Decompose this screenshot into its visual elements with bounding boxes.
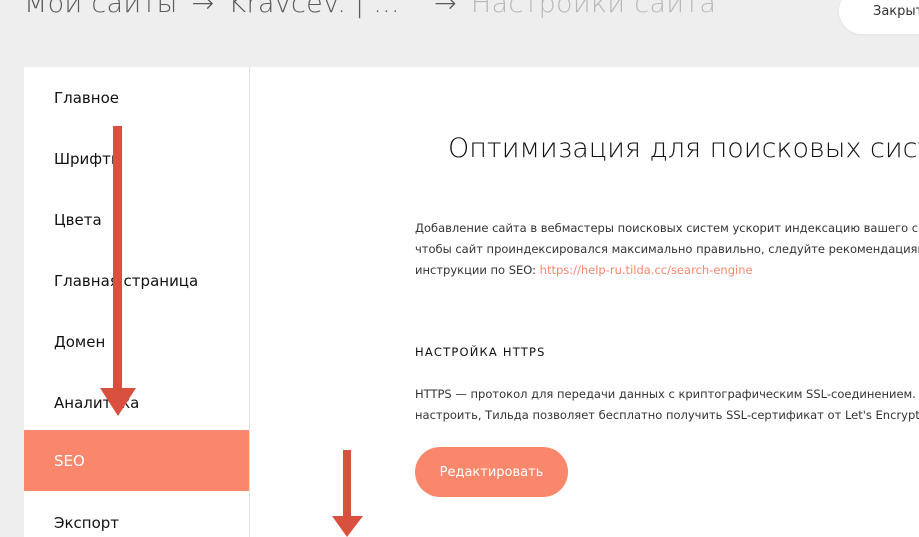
sidebar-item-label: SEO — [54, 451, 85, 470]
sidebar-item-label: Домен — [54, 332, 106, 351]
seo-intro-link-prefix: инструкции по SEO: — [415, 263, 540, 277]
sidebar-item-export[interactable]: Экспорт — [24, 492, 249, 537]
sidebar-item-fonts[interactable]: Шрифты — [24, 128, 249, 189]
breadcrumb-current: Настройки сайта — [470, 0, 717, 19]
https-description: HTTPS — протокол для передачи данных с к… — [415, 384, 919, 426]
sidebar-item-seo[interactable]: SEO — [24, 430, 249, 491]
sidebar-item-label: Шрифты — [54, 149, 123, 168]
sidebar-item-label: Экспорт — [54, 513, 120, 532]
seo-intro-line: Добавление сайта в вебмастеры поисковых … — [415, 221, 919, 235]
sidebar-item-colors[interactable]: Цвета — [24, 189, 249, 250]
sidebar-item-label: Цвета — [54, 210, 102, 229]
breadcrumb-my-sites[interactable]: Мои сайты — [24, 0, 178, 19]
seo-intro-line: чтобы сайт проиндексировался максимально… — [415, 242, 919, 256]
sidebar-item-label: Аналитика — [54, 393, 140, 412]
sidebar-item-label: Главная страница — [54, 271, 199, 290]
seo-intro-text: Добавление сайта в вебмастеры поисковых … — [415, 218, 919, 281]
edit-https-button[interactable]: Редактировать — [415, 447, 568, 497]
seo-help-link[interactable]: https://help-ru.tilda.cc/search-engine — [540, 263, 753, 277]
breadcrumb-separator: → — [191, 0, 215, 19]
sidebar-item-label: Главное — [54, 88, 119, 107]
seo-settings-panel: Оптимизация для поисковых систем (SEO) Д… — [250, 67, 919, 537]
settings-page: Мои сайты → Kravcev. | ... → Настройки сайта… — [0, 0, 919, 537]
top-bar: Мои сайты → Kravcev. | ... → Настройки сайта… — [0, 0, 919, 60]
breadcrumb-separator: → — [433, 0, 457, 19]
https-description-line: HTTPS — протокол для передачи данных с к… — [415, 387, 919, 401]
sidebar-item-domain[interactable]: Домен — [24, 311, 249, 372]
sidebar-item-home-page[interactable]: Главная страница — [24, 250, 249, 311]
breadcrumb-project[interactable]: Kravcev. | ... — [228, 0, 399, 19]
sidebar-item-main[interactable]: Главное — [24, 67, 249, 128]
sidebar-item-analytics[interactable]: Аналитика — [24, 372, 249, 433]
seo-intro-line: инструкции по SEO: https://help-ru.tilda… — [415, 260, 919, 281]
https-description-line: настроить, Тильда позволяет бесплатно по… — [415, 408, 919, 422]
breadcrumb: Мои сайты → Kravcev. | ... → Настройки сайта — [24, 0, 716, 19]
close-button[interactable]: Закрыть — [839, 0, 919, 34]
settings-sidebar: Главное Шрифты Цвета Главная страница До… — [24, 67, 250, 537]
https-heading: НАСТРОЙКА HTTPS — [415, 345, 546, 359]
page-title: Оптимизация для поисковых систем (SEO) — [448, 133, 919, 164]
